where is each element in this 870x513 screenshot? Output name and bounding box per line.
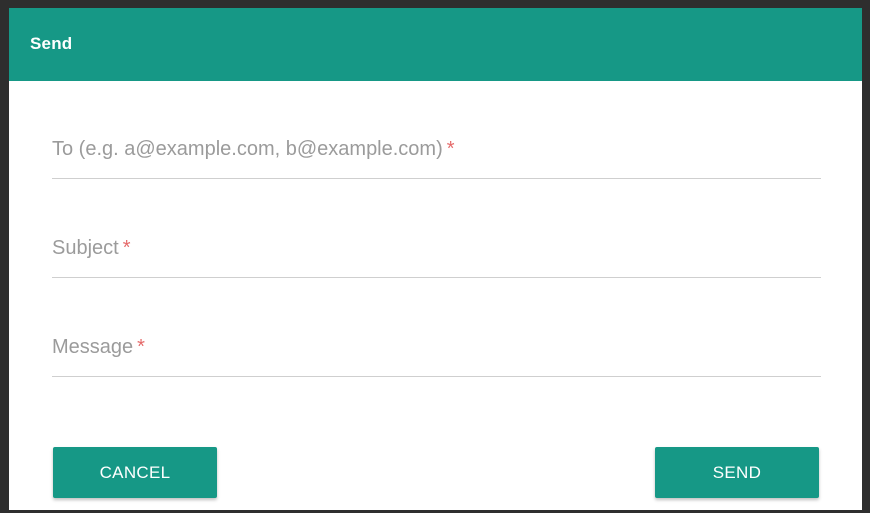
send-button[interactable]: SEND [655,447,819,498]
message-field-label-text: Message [52,336,134,358]
frame-top-border [0,0,870,8]
subject-required-mark: * [122,237,131,259]
subject-field-label: Subject * [52,237,131,260]
to-required-mark: * [446,138,455,160]
send-dialog: Send To (e.g. a@example.com, b@example.c… [9,8,862,510]
subject-field-label-text: Subject [52,237,119,259]
dialog-title: Send [30,34,73,53]
to-field[interactable]: To (e.g. a@example.com, b@example.com) * [52,138,821,179]
cancel-button[interactable]: CANCEL [53,447,217,498]
dialog-header: Send [9,8,862,81]
window-frame: Send To (e.g. a@example.com, b@example.c… [0,0,870,513]
frame-left-border [0,0,9,513]
message-required-mark: * [137,336,145,358]
frame-right-border [862,0,870,513]
message-field-label: Message * [52,336,145,359]
to-field-label: To (e.g. a@example.com, b@example.com) * [52,138,455,161]
message-field[interactable]: Message * [52,336,821,377]
to-field-label-text: To (e.g. a@example.com, b@example.com) [52,138,443,160]
subject-field[interactable]: Subject * [52,237,821,278]
